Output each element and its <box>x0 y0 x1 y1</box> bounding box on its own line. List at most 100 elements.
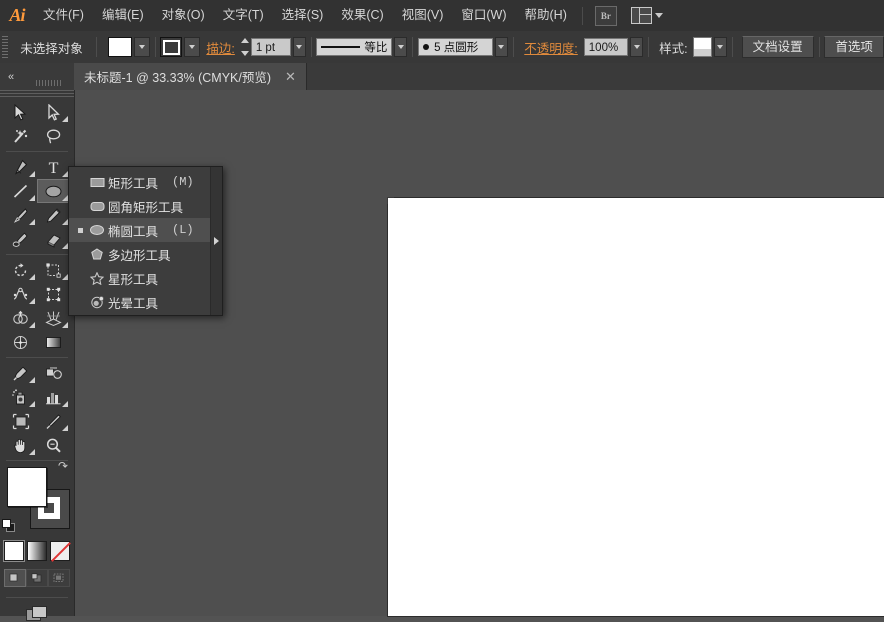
swap-fill-stroke-icon[interactable]: ↷ <box>58 459 72 473</box>
eraser-tool[interactable] <box>37 227 70 251</box>
eyedropper-tool[interactable] <box>4 361 37 385</box>
document-tab[interactable]: 未标题-1 @ 33.33% (CMYK/预览) ✕ <box>74 63 307 90</box>
shape-builder-tool[interactable] <box>4 306 37 330</box>
gradient-tool[interactable] <box>37 330 70 354</box>
stroke-dropdown-button[interactable] <box>184 37 201 57</box>
toolbar-dock-grip[interactable] <box>23 63 75 90</box>
flyout-item-label: 多边形工具 <box>108 248 171 263</box>
tools-grid-group-1 <box>4 100 70 148</box>
pen-tool[interactable] <box>4 155 37 179</box>
tear-off-strip[interactable] <box>210 167 222 315</box>
paintbrush-tool[interactable] <box>4 203 37 227</box>
flyout-flare-tool[interactable]: 光晕工具 <box>69 290 210 314</box>
menu-help[interactable]: 帮助(H) <box>516 0 576 31</box>
magic-wand-tool[interactable] <box>4 124 37 148</box>
close-icon[interactable]: ✕ <box>285 70 296 83</box>
flyout-item-label: 光晕工具 <box>108 296 159 311</box>
app-logo-icon: Ai <box>9 5 25 25</box>
hand-tool[interactable] <box>4 433 37 457</box>
menu-window[interactable]: 窗口(W) <box>452 0 515 31</box>
pencil-tool[interactable] <box>37 203 70 227</box>
default-fill-stroke-icon[interactable] <box>2 519 16 533</box>
menu-file[interactable]: 文件(F) <box>34 0 93 31</box>
draw-behind-button[interactable] <box>26 569 48 587</box>
stroke-profile-select[interactable]: 等比 <box>316 38 393 56</box>
control-divider <box>95 37 97 57</box>
blob-brush-tool[interactable] <box>4 227 37 251</box>
flyout-item-label: 矩形工具 <box>108 176 159 191</box>
style-dropdown-button[interactable] <box>713 37 727 57</box>
menu-bar: Ai 文件(F) 编辑(E) 对象(O) 文字(T) 选择(S) 效果(C) 视… <box>0 0 884 32</box>
direct-selection-tool[interactable] <box>37 100 70 124</box>
menu-object[interactable]: 对象(O) <box>153 0 214 31</box>
collapse-panels-icon[interactable]: « <box>0 63 22 90</box>
blend-tool[interactable] <box>37 361 70 385</box>
symbol-sprayer-tool[interactable] <box>4 385 37 409</box>
document-tab-bar: « 未标题-1 @ 33.33% (CMYK/预览) ✕ <box>0 63 884 91</box>
fill-stroke-control: ↷ <box>2 459 70 532</box>
stroke-weight-stepper[interactable] <box>240 38 249 56</box>
flyout-indicator-icon <box>29 322 35 328</box>
menu-edit[interactable]: 编辑(E) <box>93 0 153 31</box>
flyout-star-tool[interactable]: 星形工具 <box>69 266 210 290</box>
scale-tool[interactable] <box>37 258 70 282</box>
free-transform-tool[interactable] <box>37 282 70 306</box>
color-mode-button[interactable] <box>4 541 24 561</box>
perspective-grid-tool[interactable] <box>37 306 70 330</box>
flyout-item-shortcut: (M) <box>172 175 194 189</box>
rotate-tool[interactable] <box>4 258 37 282</box>
fill-swatch-large[interactable] <box>7 467 47 507</box>
flyout-rectangle-tool[interactable]: 矩形工具 (M) <box>69 170 210 194</box>
arrange-documents-button[interactable] <box>630 7 663 24</box>
flyout-polygon-tool[interactable]: 多边形工具 <box>69 242 210 266</box>
menu-type[interactable]: 文字(T) <box>214 0 273 31</box>
menu-effect[interactable]: 效果(C) <box>332 0 392 31</box>
document-setup-button[interactable]: 文档设置 <box>741 36 814 58</box>
chevron-down-icon <box>189 45 196 49</box>
stroke-panel-link[interactable]: 描边: <box>200 38 240 57</box>
draw-inside-button[interactable] <box>48 569 70 587</box>
flyout-ellipse-tool[interactable]: 椭圆工具 (L) <box>69 218 210 242</box>
column-graph-tool[interactable] <box>37 385 70 409</box>
stroke-weight-input[interactable]: 1 pt <box>250 38 291 56</box>
lasso-tool[interactable] <box>37 124 70 148</box>
graphic-style-swatch[interactable] <box>692 37 712 57</box>
zoom-tool[interactable] <box>37 433 70 457</box>
stroke-color-swatch[interactable] <box>160 37 183 57</box>
draw-normal-button[interactable] <box>4 569 26 587</box>
preferences-button[interactable]: 首选项 <box>824 36 884 58</box>
draw-mode-group <box>4 569 70 587</box>
stroke-weight-dropdown-button[interactable] <box>292 37 306 57</box>
stroke-profile-dropdown-button[interactable] <box>394 37 408 57</box>
control-bar-grip[interactable] <box>2 36 9 58</box>
selection-tool[interactable] <box>4 100 37 124</box>
opacity-input[interactable]: 100% <box>583 38 629 56</box>
slice-tool[interactable] <box>37 409 70 433</box>
type-tool[interactable]: T <box>37 155 70 179</box>
tools-divider <box>6 254 68 255</box>
line-segment-tool[interactable] <box>4 179 37 203</box>
bridge-icon[interactable]: Br <box>594 5 617 26</box>
chevron-down-icon <box>397 45 404 49</box>
menu-select[interactable]: 选择(S) <box>273 0 333 31</box>
flyout-rounded-rectangle-tool[interactable]: 圆角矩形工具 <box>69 194 210 218</box>
opacity-dropdown-button[interactable] <box>630 37 644 57</box>
tools-panel-grip[interactable] <box>0 90 74 99</box>
menu-view[interactable]: 视图(V) <box>393 0 453 31</box>
brush-definition-dropdown-button[interactable] <box>494 37 508 57</box>
ellipse-tool[interactable] <box>37 179 70 203</box>
change-screen-mode-button[interactable] <box>4 606 70 622</box>
tear-off-arrow-icon <box>214 237 219 245</box>
artboard[interactable] <box>387 197 884 616</box>
fill-color-swatch[interactable] <box>107 37 132 57</box>
brush-definition-select[interactable]: 5 点圆形 <box>418 38 493 56</box>
none-mode-button[interactable] <box>50 541 70 561</box>
width-tool[interactable] <box>4 282 37 306</box>
mesh-tool[interactable] <box>4 330 37 354</box>
rounded-rectangle-icon <box>86 201 108 212</box>
opacity-panel-link[interactable]: 不透明度: <box>518 38 583 57</box>
fill-dropdown-button[interactable] <box>133 37 150 57</box>
gradient-mode-button[interactable] <box>27 541 47 561</box>
tools-panel: T ↷ <box>0 90 75 621</box>
artboard-tool[interactable] <box>4 409 37 433</box>
